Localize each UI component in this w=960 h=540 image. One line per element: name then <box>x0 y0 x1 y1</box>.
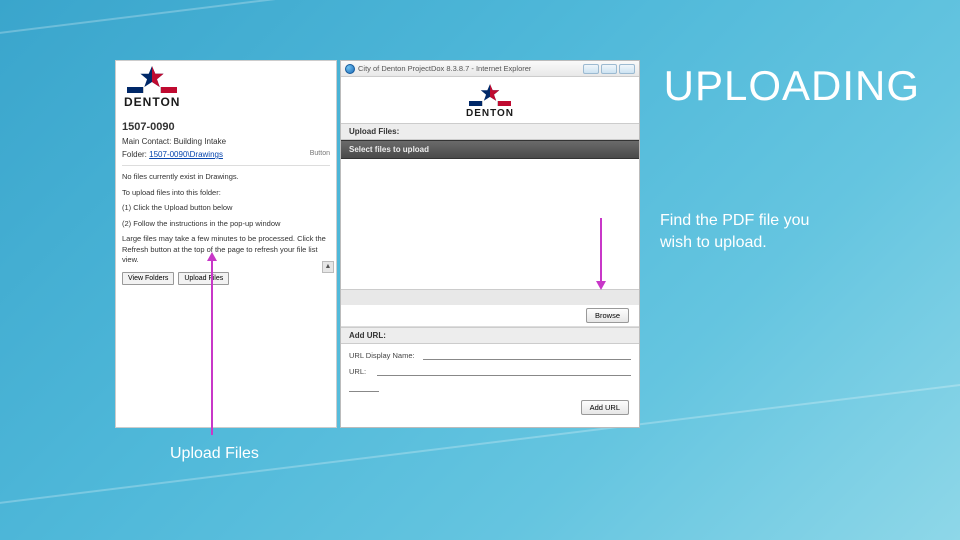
select-files-bar: Select files to upload <box>341 140 639 159</box>
url-display-input[interactable] <box>423 350 631 360</box>
slide-title: UPLOADING <box>664 62 920 110</box>
upload-files-header: Upload Files: <box>341 123 639 140</box>
url-display-label: URL Display Name: <box>349 351 419 360</box>
main-contact: Main Contact: Building Intake <box>122 135 330 148</box>
upload-dialog-window: City of Denton ProjectDox 8.3.8.7 - Inte… <box>340 60 640 428</box>
arrow-to-browse-button <box>600 218 602 282</box>
scroll-up-button[interactable]: ▲ <box>322 261 334 273</box>
ie-icon <box>345 64 355 74</box>
large-files-note: Large files may take a few minutes to be… <box>122 234 330 266</box>
browse-button[interactable]: Browse <box>586 308 629 323</box>
button-partial: Button <box>310 150 330 157</box>
project-id: 1507-0090 <box>122 117 330 135</box>
denton-logo-right: DENTON <box>341 77 639 123</box>
upload-intro: To upload files into this folder: <box>122 188 330 199</box>
decor-line-top <box>0 0 960 40</box>
flag-icon <box>469 101 511 106</box>
logo-text: DENTON <box>124 95 180 109</box>
flag-icon <box>127 87 177 93</box>
callout-upload-files: Upload Files <box>170 445 259 463</box>
no-files-text: No files currently exist in Drawings. <box>122 172 330 183</box>
close-button[interactable] <box>619 64 635 74</box>
star-icon <box>138 65 166 87</box>
projectdox-window: DENTON 1507-0090 Main Contact: Building … <box>115 60 337 428</box>
file-dropzone[interactable] <box>341 159 639 289</box>
logo-text: DENTON <box>466 108 514 119</box>
denton-logo-left: DENTON <box>116 61 336 113</box>
url-extra-input[interactable] <box>349 382 379 392</box>
folder-link[interactable]: 1507-0090\Drawings <box>149 150 223 159</box>
upload-step-1: (1) Click the Upload button below <box>122 203 330 214</box>
folder-row: Folder: 1507-0090\Drawings Button <box>122 148 330 166</box>
window-titlebar[interactable]: City of Denton ProjectDox 8.3.8.7 - Inte… <box>341 61 639 77</box>
upload-step-2: (2) Follow the instructions in the pop-u… <box>122 219 330 230</box>
upload-files-button[interactable]: Upload Files <box>178 272 229 285</box>
minimize-button[interactable] <box>583 64 599 74</box>
maximize-button[interactable] <box>601 64 617 74</box>
url-label: URL: <box>349 367 373 376</box>
window-title: City of Denton ProjectDox 8.3.8.7 - Inte… <box>358 64 531 73</box>
callout-find-pdf: Find the PDF file you wish to upload. <box>660 210 809 253</box>
dropzone-footer <box>341 289 639 305</box>
add-url-button[interactable]: Add URL <box>581 400 629 415</box>
star-icon <box>479 83 501 101</box>
url-input[interactable] <box>377 366 631 376</box>
arrow-to-upload-button <box>211 260 213 435</box>
add-url-header: Add URL: <box>341 327 639 344</box>
view-folders-button[interactable]: View Folders <box>122 272 174 285</box>
